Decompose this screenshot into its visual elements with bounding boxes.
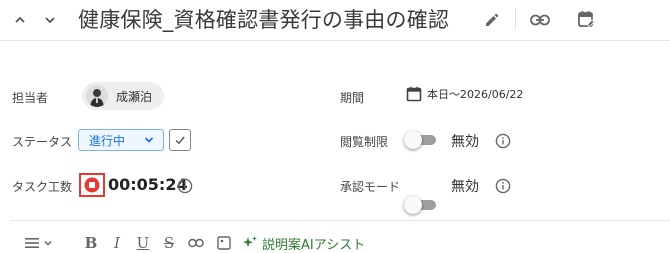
stop-record-icon [84, 177, 100, 193]
chevron-down-icon [144, 137, 154, 143]
period-field[interactable]: 本日～2026/06/22 [406, 86, 523, 102]
info-icon [177, 178, 193, 194]
assignee-name: 成瀬泊 [116, 89, 153, 104]
period-value: 本日～2026/06/22 [427, 88, 524, 101]
view-restriction-toggle[interactable] [404, 130, 438, 150]
calendar-edit-button[interactable] [574, 7, 598, 31]
assignee-label: 担当者 [12, 91, 49, 105]
approval-mode-state: 無効 [451, 179, 479, 195]
strikethrough-button[interactable]: S [156, 234, 182, 252]
status-label: ステータス [12, 135, 73, 149]
status-select[interactable]: 進行中 [78, 129, 164, 151]
image-icon [217, 236, 231, 250]
collapse-up-button[interactable] [10, 10, 30, 30]
view-restriction-info-button[interactable] [494, 132, 512, 150]
strikethrough-icon: S [163, 234, 175, 252]
ai-assist-button[interactable]: 説明案AIアシスト [242, 234, 365, 253]
approval-mode-toggle[interactable] [404, 195, 438, 215]
calendar-edit-icon [578, 11, 595, 27]
link-icon [530, 14, 550, 26]
page-title: 健康保険_資格確認書発行の事由の確認 [78, 8, 450, 32]
approval-mode-label: 承認モード [340, 180, 401, 194]
list-icon [25, 238, 39, 248]
link-icon [188, 238, 204, 248]
fields-bottom-border [10, 220, 670, 221]
header-bottom-border [0, 40, 670, 41]
insert-image-button[interactable] [210, 236, 238, 250]
period-label: 期間 [340, 91, 365, 105]
check-icon [175, 136, 185, 145]
chevron-down-icon [45, 17, 55, 24]
editor-toolbar: B I U S 説明案AIアシスト [18, 233, 365, 253]
edit-pencil-icon [486, 13, 499, 26]
edit-title-button[interactable] [482, 10, 502, 30]
assignee-chip[interactable]: 成瀬泊 [82, 82, 165, 110]
collapse-down-button[interactable] [40, 10, 60, 30]
chevron-up-icon [15, 16, 25, 23]
task-hours-info-button[interactable] [176, 177, 194, 195]
timer-stop-button[interactable] [79, 173, 105, 197]
info-icon [495, 133, 511, 149]
calendar-icon [406, 86, 422, 102]
header-divider [515, 8, 516, 30]
chevron-down-icon [44, 240, 52, 246]
bold-icon: B [84, 234, 98, 252]
approval-mode-info-button[interactable] [494, 177, 512, 195]
ai-assist-label: 説明案AIアシスト [262, 237, 366, 253]
status-value: 進行中 [89, 133, 126, 148]
view-restriction-state: 無効 [451, 134, 479, 150]
view-restriction-label: 閲覧制限 [340, 135, 389, 149]
bold-button[interactable]: B [78, 234, 104, 252]
copy-link-button[interactable] [528, 8, 552, 32]
sparkle-icon [243, 236, 257, 248]
list-format-button[interactable] [18, 237, 60, 249]
task-hours-label: タスク工数 [12, 180, 73, 194]
avatar [86, 85, 108, 107]
complete-status-button[interactable] [169, 129, 191, 151]
italic-icon: I [114, 234, 120, 252]
insert-link-button[interactable] [182, 238, 210, 248]
italic-button[interactable]: I [104, 234, 130, 252]
underline-icon: U [136, 234, 150, 252]
info-icon [495, 178, 511, 194]
underline-button[interactable]: U [130, 234, 156, 252]
